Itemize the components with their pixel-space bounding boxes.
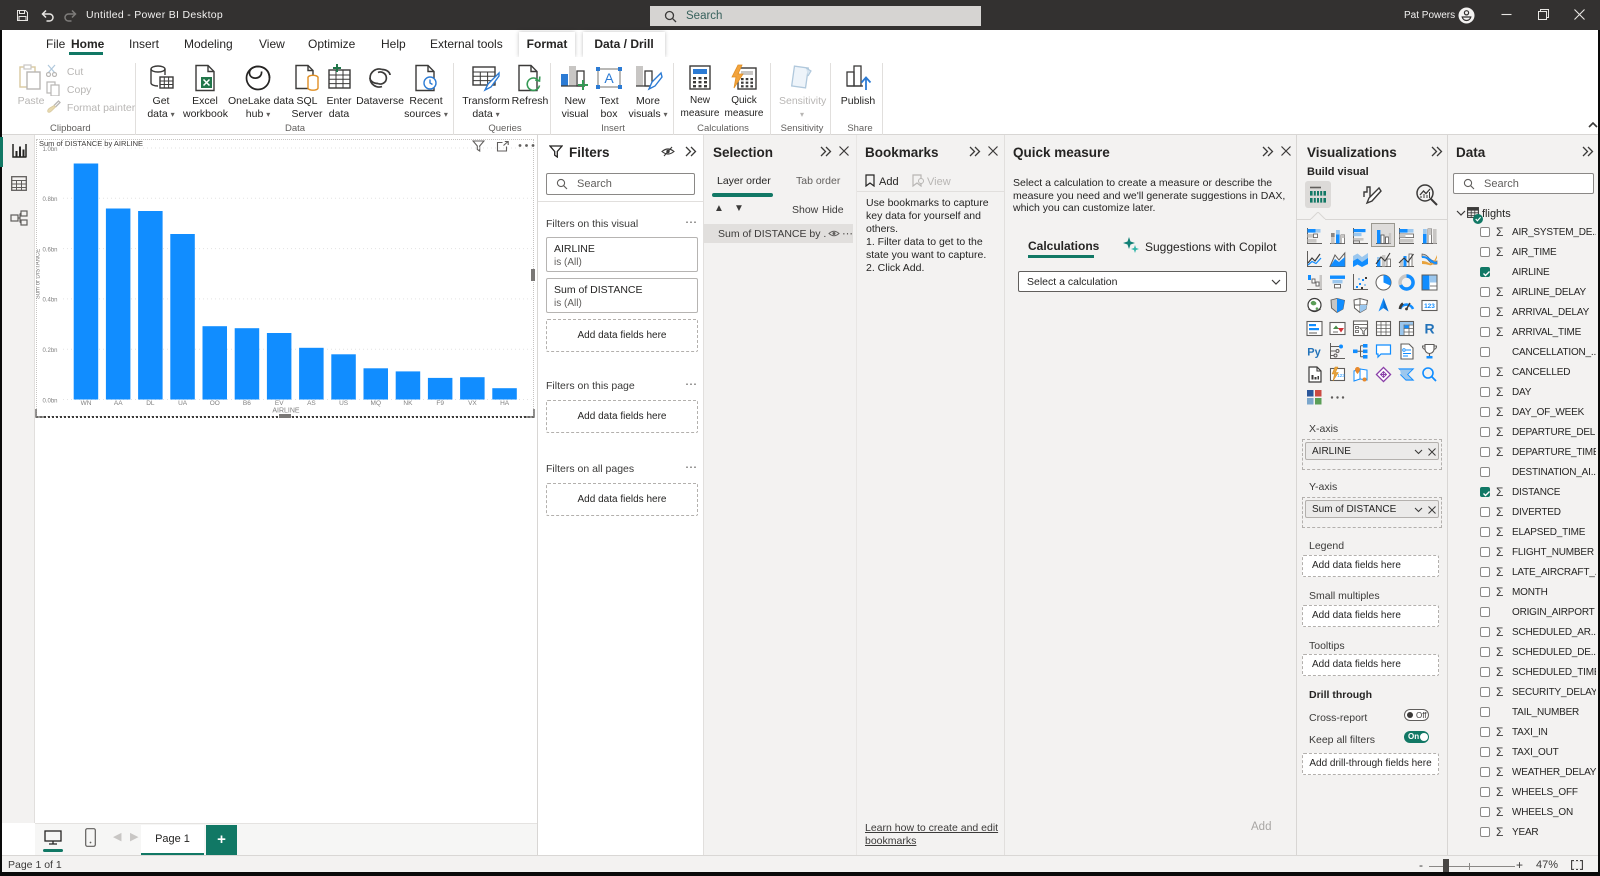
svg-text:B6: B6 — [243, 400, 251, 407]
svg-text:EV: EV — [275, 400, 284, 407]
svg-text:VX: VX — [468, 400, 477, 407]
svg-text:OO: OO — [210, 400, 220, 407]
svg-text:UA: UA — [178, 400, 188, 407]
svg-text:0.2bn: 0.2bn — [42, 348, 57, 354]
svg-text:0.8bn: 0.8bn — [42, 197, 57, 203]
svg-text:0.4bn: 0.4bn — [42, 298, 57, 304]
svg-text:Py: Py — [1307, 347, 1321, 359]
svg-text:NK: NK — [403, 400, 413, 407]
svg-text:123: 123 — [1424, 303, 1435, 310]
svg-text:MQ: MQ — [371, 400, 381, 407]
svg-text:0.6bn: 0.6bn — [42, 247, 57, 253]
svg-text:US: US — [339, 400, 349, 407]
svg-text:DL: DL — [146, 400, 155, 407]
svg-text:AS: AS — [307, 400, 316, 407]
svg-text:WN: WN — [81, 400, 92, 407]
svg-text:AIRLINE: AIRLINE — [272, 408, 300, 415]
svg-text:Sum of DISTANCE: Sum of DISTANCE — [36, 249, 42, 300]
svg-text:1.0bn: 1.0bn — [42, 147, 57, 153]
svg-text:R: R — [1424, 321, 1434, 337]
svg-text:AA: AA — [114, 400, 123, 407]
svg-text:123: 123 — [1337, 373, 1345, 378]
svg-text:A: A — [604, 70, 614, 86]
svg-text:F9: F9 — [436, 400, 444, 407]
svg-text:HA: HA — [500, 400, 510, 407]
svg-text:0.0bn: 0.0bn — [42, 398, 57, 404]
